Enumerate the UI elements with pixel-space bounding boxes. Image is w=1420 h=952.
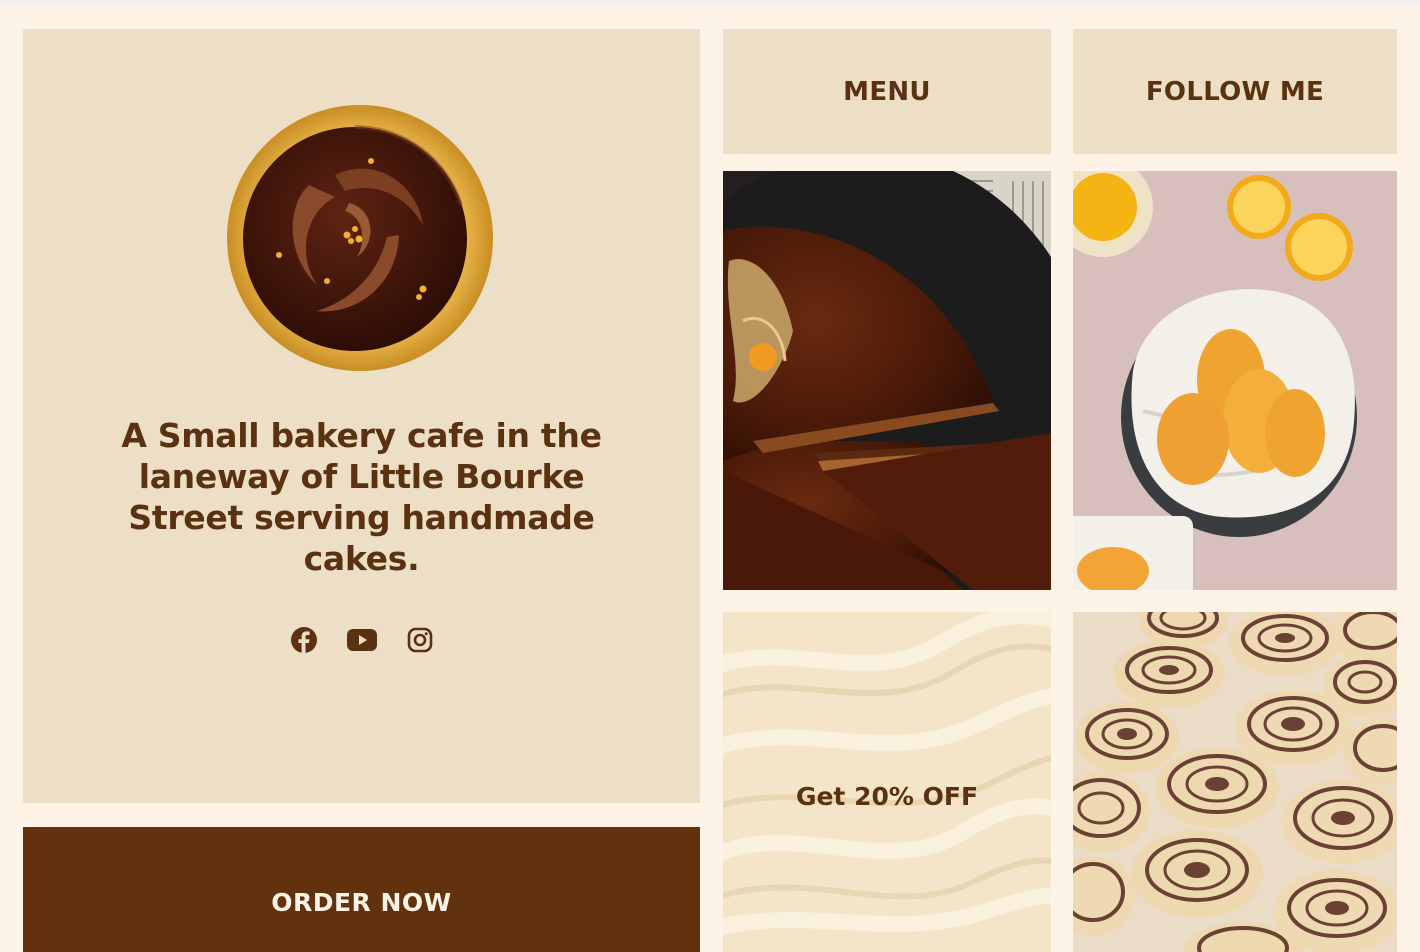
facebook-icon[interactable]	[289, 625, 319, 655]
menu-label: MENU	[843, 76, 931, 107]
follow-me-label: FOLLOW ME	[1145, 76, 1325, 107]
hero-panel: A Small bakery cafe in the laneway of Li…	[23, 29, 700, 803]
social-links	[289, 625, 435, 655]
order-now-button[interactable]: ORDER NOW	[23, 827, 700, 952]
hero-tagline: A Small bakery cafe in the laneway of Li…	[121, 416, 602, 578]
follow-me-link[interactable]: FOLLOW ME	[1073, 29, 1397, 154]
madeleines-photo	[1073, 171, 1397, 590]
promo-banner[interactable]: Get 20% OFF	[723, 612, 1051, 952]
cinnamon-rolls-photo	[1073, 612, 1397, 952]
top-strip	[0, 0, 1420, 6]
youtube-icon[interactable]	[347, 625, 377, 655]
chocolate-tart-photo	[723, 171, 1051, 590]
instagram-icon[interactable]	[405, 625, 435, 655]
chocolate-cake-logo	[227, 105, 493, 371]
menu-link[interactable]: MENU	[723, 29, 1051, 154]
promo-label: Get 20% OFF	[795, 782, 979, 811]
order-now-label: ORDER NOW	[271, 888, 452, 917]
